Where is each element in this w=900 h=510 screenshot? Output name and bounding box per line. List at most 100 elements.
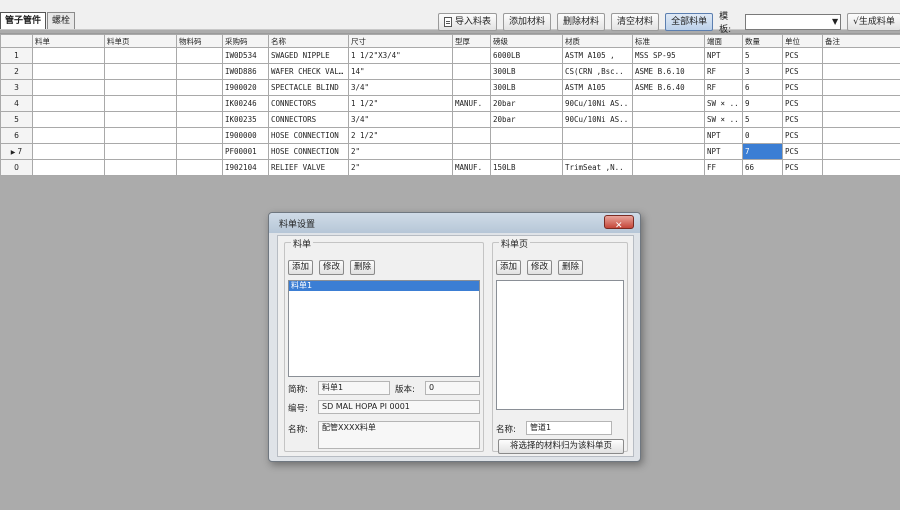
column-header[interactable]	[0, 34, 33, 48]
table-cell[interactable]: MANUF.	[452, 95, 491, 112]
bom-add-button[interactable]: 添加	[288, 260, 314, 275]
table-row[interactable]: 3 I900020 SPECTACLE BLIND 3/4" 300LB ASTM A10…	[0, 79, 900, 96]
table-cell[interactable]: 6000LB	[490, 47, 563, 64]
table-cell[interactable]: 2"	[348, 143, 453, 160]
table-cell[interactable]: WAFER CHECK VALVE	[268, 63, 349, 80]
table-cell[interactable]: PCS	[782, 111, 823, 128]
table-cell[interactable]: ASME B.6.10	[632, 63, 705, 80]
table-cell[interactable]: PCS	[782, 95, 823, 112]
table-cell[interactable]: SWAGED NIPPLE	[268, 47, 349, 64]
table-cell[interactable]	[176, 111, 223, 128]
page-add-button[interactable]: 添加	[496, 260, 522, 275]
table-cell[interactable]	[176, 63, 223, 80]
table-cell[interactable]	[632, 111, 705, 128]
close-button[interactable]: ✕	[604, 215, 634, 231]
table-cell[interactable]	[176, 127, 223, 144]
table-cell[interactable]: PF00001	[222, 143, 269, 160]
table-cell[interactable]: 3	[742, 63, 783, 80]
list-item[interactable]: 料单1	[289, 281, 479, 291]
row-header[interactable]: 2	[0, 63, 33, 80]
table-cell[interactable]	[562, 127, 633, 144]
column-header[interactable]: 物料码	[176, 34, 223, 48]
row-header[interactable]: 6	[0, 127, 33, 144]
table-cell[interactable]	[562, 143, 633, 160]
code-field[interactable]: SD MAL HOPA PI 0001	[318, 400, 480, 414]
row-header[interactable]: 1	[0, 47, 33, 64]
table-cell[interactable]	[32, 95, 105, 112]
table-cell[interactable]	[176, 79, 223, 96]
tab-bolts[interactable]: 螺栓	[47, 12, 76, 29]
full-name-field[interactable]: 配管XXXX料单	[318, 421, 480, 449]
table-cell[interactable]	[452, 79, 491, 96]
clear-material-button[interactable]: 清空材料	[611, 13, 660, 31]
table-cell[interactable]: 6	[742, 79, 783, 96]
table-cell[interactable]: I902104	[222, 159, 269, 176]
table-cell[interactable]	[452, 111, 491, 128]
table-cell[interactable]	[32, 159, 105, 176]
table-cell[interactable]: PCS	[782, 63, 823, 80]
table-cell[interactable]	[490, 143, 563, 160]
table-cell[interactable]	[452, 47, 491, 64]
table-cell[interactable]	[822, 79, 900, 96]
table-row[interactable]: 4 IK00246 CONNECTORS 1 1/2" MANUF. 20bar 90Cu/…	[0, 95, 900, 112]
table-cell[interactable]	[104, 79, 177, 96]
table-cell[interactable]: 1 1/2"	[348, 95, 453, 112]
table-cell[interactable]: 7	[742, 143, 783, 160]
table-cell[interactable]: HOSE CONNECTION	[268, 143, 349, 160]
table-cell[interactable]	[32, 127, 105, 144]
table-cell[interactable]	[104, 63, 177, 80]
assign-to-page-button[interactable]: 将选择的材料归为该料单页	[498, 439, 624, 454]
table-cell[interactable]	[490, 127, 563, 144]
table-cell[interactable]: SW × ..	[704, 95, 743, 112]
table-cell[interactable]: MANUF.	[452, 159, 491, 176]
table-cell[interactable]: 90Cu/10Ni AS..	[562, 95, 633, 112]
table-cell[interactable]: SW × ..	[704, 111, 743, 128]
all-bom-button[interactable]: 全部料单	[665, 13, 714, 31]
column-header[interactable]: 型厚	[452, 34, 491, 48]
table-cell[interactable]: PCS	[782, 143, 823, 160]
short-name-field[interactable]: 料单1	[318, 381, 390, 395]
table-cell[interactable]	[632, 127, 705, 144]
table-cell[interactable]	[176, 159, 223, 176]
template-select[interactable]: ▼	[744, 14, 842, 30]
table-cell[interactable]: CONNECTORS	[268, 95, 349, 112]
page-edit-button[interactable]: 修改	[527, 260, 553, 275]
column-header[interactable]: 料单页	[104, 34, 177, 48]
version-field[interactable]: 0	[425, 381, 480, 395]
table-row[interactable]: 1 IW0D534 SWAGED NIPPLE 1 1/2"X3/4" 6000LB AS…	[0, 47, 900, 64]
dialog-title-bar[interactable]: 料单设置 ✕	[269, 213, 640, 233]
table-cell[interactable]	[104, 111, 177, 128]
column-header[interactable]: 端面	[704, 34, 743, 48]
table-row[interactable]: 2 IW0D886 WAFER CHECK VALVE 14" 300LB CS(CRN …	[0, 63, 900, 80]
column-header[interactable]: 材质	[562, 34, 633, 48]
table-cell[interactable]: 20bar	[490, 111, 563, 128]
table-cell[interactable]: TrimSeat ,N..	[562, 159, 633, 176]
table-cell[interactable]: MSS SP-95	[632, 47, 705, 64]
bom-list[interactable]: 料单1	[288, 280, 480, 377]
table-cell[interactable]: NPT	[704, 47, 743, 64]
table-cell[interactable]: IW0D534	[222, 47, 269, 64]
table-cell[interactable]: ASTM A105 ,	[562, 47, 633, 64]
table-cell[interactable]: 3/4"	[348, 111, 453, 128]
table-cell[interactable]	[104, 95, 177, 112]
table-cell[interactable]: ASME B.6.40	[632, 79, 705, 96]
table-cell[interactable]	[822, 47, 900, 64]
table-cell[interactable]: 2"	[348, 159, 453, 176]
table-cell[interactable]	[822, 127, 900, 144]
table-cell[interactable]: IW0D886	[222, 63, 269, 80]
table-cell[interactable]: 300LB	[490, 79, 563, 96]
tab-pipes-fittings[interactable]: 管子管件	[0, 12, 47, 29]
row-header[interactable]: 0	[0, 159, 33, 176]
table-cell[interactable]: 14"	[348, 63, 453, 80]
table-cell[interactable]: NPT	[704, 127, 743, 144]
table-cell[interactable]	[104, 159, 177, 176]
page-name-field[interactable]: 管道1	[526, 421, 612, 435]
table-cell[interactable]: 9	[742, 95, 783, 112]
row-header[interactable]: ▶ 7	[0, 143, 33, 160]
column-header[interactable]: 备注	[822, 34, 900, 48]
table-cell[interactable]	[822, 143, 900, 160]
table-cell[interactable]	[632, 159, 705, 176]
table-cell[interactable]: 150LB	[490, 159, 563, 176]
table-cell[interactable]	[32, 79, 105, 96]
table-cell[interactable]: ASTM A105	[562, 79, 633, 96]
